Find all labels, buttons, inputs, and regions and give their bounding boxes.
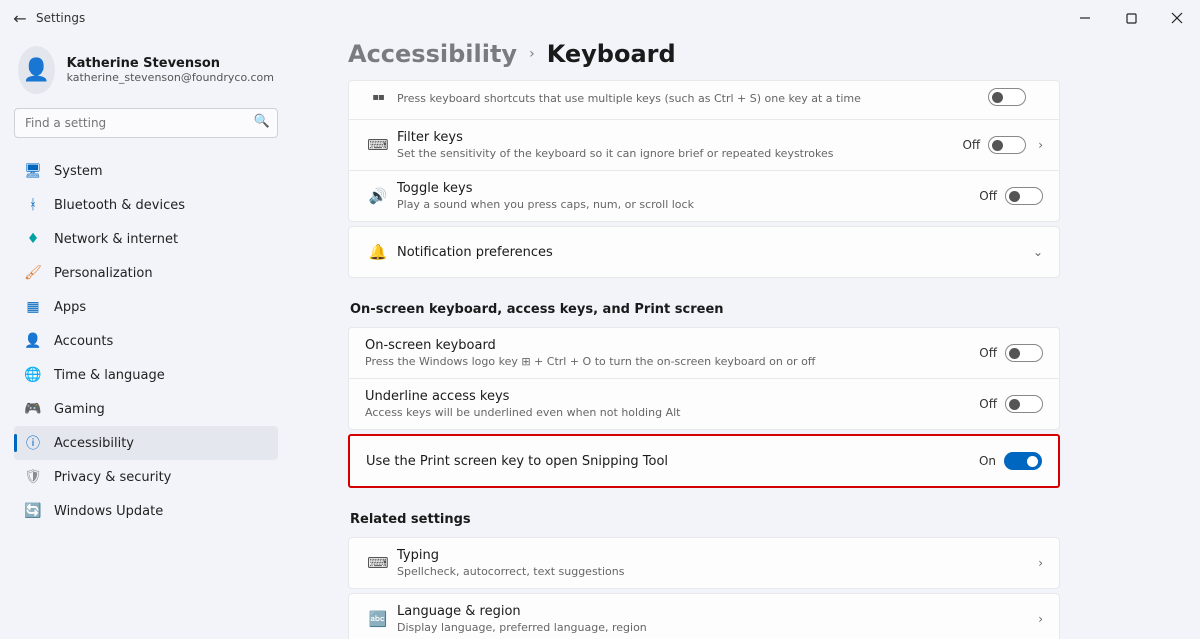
person-icon: 👤 [24,333,42,349]
gamepad-icon: 🎮 [24,401,42,417]
keyboard-filter-icon: ⌨ [365,136,391,154]
sound-icon: 🔊 [365,187,391,205]
bell-icon: 🔔 [365,243,391,261]
link-typing[interactable]: ⌨ Typing Spellcheck, autocorrect, text s… [349,538,1059,588]
setting-sticky-keys[interactable]: ▪▪ Press keyboard shortcuts that use mul… [349,81,1059,119]
monitor-icon: 🖥 [24,163,42,179]
maximize-button[interactable] [1108,0,1154,36]
profile-email: katherine_stevenson@foundryco.com [67,71,274,84]
search-input[interactable] [14,108,278,138]
printscreen-toggle[interactable] [1004,452,1042,470]
nav-gaming[interactable]: 🎮Gaming [14,392,278,426]
section-onscreen: On-screen keyboard, access keys, and Pri… [350,302,1060,317]
osk-toggle[interactable] [1005,344,1043,362]
avatar[interactable]: 👤 [18,46,55,94]
nav-network[interactable]: ♦Network & internet [14,222,278,256]
search-icon: 🔍 [254,114,270,129]
filter-keys-toggle[interactable] [988,136,1026,154]
breadcrumb-parent[interactable]: Accessibility [348,40,517,68]
profile-name: Katherine Stevenson [67,56,274,71]
breadcrumb: Accessibility › Keyboard [348,40,1060,68]
accessibility-icon: ⓘ [24,433,42,453]
nav-bluetooth[interactable]: ᚼBluetooth & devices [14,188,278,222]
keyboard-icon: ⌨ [365,554,391,572]
setting-filter-keys[interactable]: ⌨ Filter keys Set the sensitivity of the… [349,119,1059,170]
setting-notification-prefs[interactable]: 🔔 Notification preferences ⌄ [349,227,1059,277]
page-title: Keyboard [547,40,676,68]
shield-icon: 🛡 [24,469,42,485]
close-button[interactable] [1154,0,1200,36]
chevron-right-icon: › [1038,138,1043,152]
window-title: Settings [36,11,85,25]
nav-time[interactable]: 🌐Time & language [14,358,278,392]
back-button[interactable]: ← [4,9,36,28]
chevron-down-icon: ⌄ [1033,245,1043,259]
chevron-right-icon: › [1038,612,1043,626]
bluetooth-icon: ᚼ [24,197,42,213]
minimize-button[interactable] [1062,0,1108,36]
setting-printscreen-snipping[interactable]: Use the Print screen key to open Snippin… [350,436,1058,486]
underline-toggle[interactable] [1005,395,1043,413]
nav-update[interactable]: 🔄Windows Update [14,494,278,528]
setting-toggle-keys[interactable]: 🔊 Toggle keys Play a sound when you pres… [349,170,1059,221]
sticky-keys-icon: ▪▪ [365,92,391,103]
setting-onscreen-keyboard[interactable]: On-screen keyboard Press the Windows log… [349,328,1059,378]
nav-apps[interactable]: ▦Apps [14,290,278,324]
link-language-region[interactable]: 🔤 Language & region Display language, pr… [349,594,1059,639]
globe-icon: 🌐 [24,367,42,383]
nav-accessibility[interactable]: ⓘAccessibility [14,426,278,460]
chevron-right-icon: › [1038,556,1043,570]
nav-system[interactable]: 🖥System [14,154,278,188]
nav-personalization[interactable]: 🖌Personalization [14,256,278,290]
chevron-right-icon: › [529,46,535,62]
sticky-keys-toggle[interactable] [988,88,1026,106]
section-related: Related settings [350,512,1060,527]
language-icon: 🔤 [365,610,391,628]
setting-underline-keys[interactable]: Underline access keys Access keys will b… [349,378,1059,429]
brush-icon: 🖌 [24,265,42,281]
nav-privacy[interactable]: 🛡Privacy & security [14,460,278,494]
apps-icon: ▦ [24,299,42,315]
update-icon: 🔄 [24,503,42,519]
nav-accounts[interactable]: 👤Accounts [14,324,278,358]
wifi-icon: ♦ [24,231,42,247]
toggle-keys-toggle[interactable] [1005,187,1043,205]
